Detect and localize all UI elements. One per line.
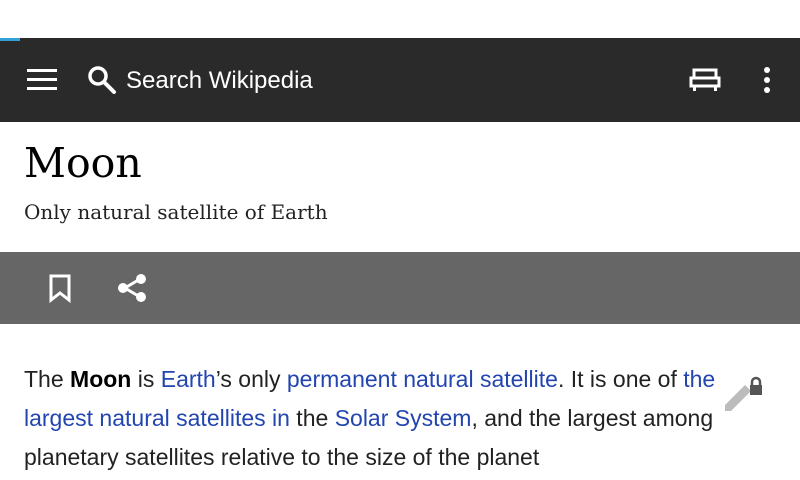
share-icon bbox=[118, 274, 146, 302]
article-action-bar bbox=[0, 252, 800, 324]
edit-locked-icon bbox=[725, 376, 762, 411]
overflow-menu-button[interactable] bbox=[752, 60, 782, 100]
more-vert-icon bbox=[764, 67, 770, 93]
lead-text: the bbox=[289, 405, 335, 431]
link-permanent-natural-satellite[interactable]: permanent natural satellite bbox=[287, 366, 558, 392]
lead-bold-term: Moon bbox=[70, 366, 132, 392]
reading-list-icon bbox=[689, 68, 721, 91]
menu-button[interactable] bbox=[20, 60, 64, 100]
lead-text: is bbox=[131, 366, 161, 392]
lead-text: ’s only bbox=[215, 366, 287, 392]
hamburger-menu-icon bbox=[27, 69, 57, 90]
bookmark-button[interactable] bbox=[40, 268, 80, 308]
edit-button[interactable] bbox=[716, 372, 766, 418]
reading-list-button[interactable] bbox=[682, 60, 728, 100]
page-load-progress bbox=[0, 38, 20, 41]
lead-text: The bbox=[24, 366, 71, 392]
link-earth[interactable]: Earth bbox=[161, 366, 216, 392]
share-button[interactable] bbox=[112, 268, 152, 308]
article-lead-paragraph: The Moon is Earth’s only permanent natur… bbox=[24, 360, 736, 477]
top-toolbar: Search Wikipedia bbox=[0, 38, 800, 122]
search-icon bbox=[88, 66, 116, 94]
link-solar-system[interactable]: Solar System bbox=[335, 405, 472, 431]
lead-text: . It is one of bbox=[557, 366, 684, 392]
search-field[interactable]: Search Wikipedia bbox=[126, 66, 313, 96]
status-bar bbox=[0, 0, 800, 38]
page-subtitle: Only natural satellite of Earth bbox=[24, 200, 328, 224]
search-button[interactable] bbox=[82, 58, 122, 102]
bookmark-icon bbox=[49, 274, 71, 303]
page-title: Moon bbox=[24, 139, 142, 187]
